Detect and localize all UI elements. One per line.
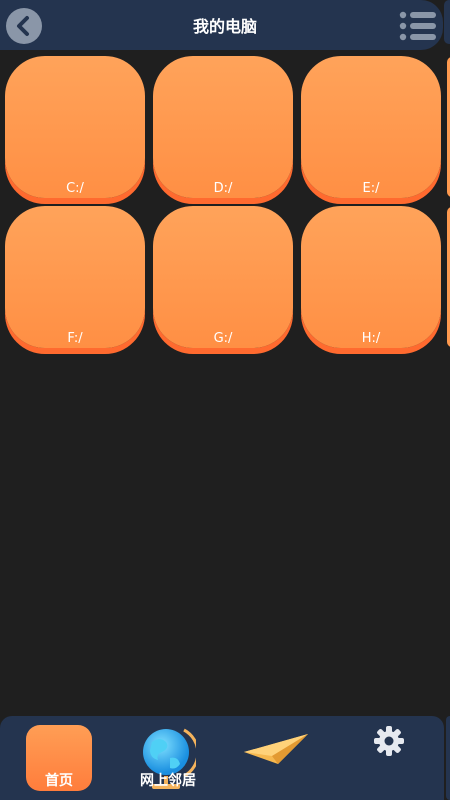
list-menu-icon <box>399 11 436 41</box>
drive-label: C:/ <box>66 181 84 196</box>
drive-tile-e[interactable]: E:/ <box>301 56 441 198</box>
menu-button[interactable] <box>398 10 438 42</box>
drive-label: E:/ <box>362 181 380 196</box>
drive-label: G:/ <box>213 331 233 346</box>
paper-plane-icon[interactable] <box>242 730 312 770</box>
drive-tile-d[interactable]: D:/ <box>153 56 293 198</box>
app-root: 我的电脑 C:/ D:/ E:/ F:/ G:/ H:/ 首页 网上邻居 <box>0 0 450 800</box>
nav-network-label: 网上邻居 <box>140 773 196 789</box>
nav-home-label: 首页 <box>45 773 73 789</box>
drive-label: D:/ <box>213 181 233 196</box>
gear-icon[interactable] <box>372 724 406 758</box>
page-title: 我的电脑 <box>192 17 257 36</box>
back-button[interactable] <box>6 8 42 44</box>
drive-tile-g[interactable]: G:/ <box>153 206 293 348</box>
drive-tile-c[interactable]: C:/ <box>5 56 145 198</box>
bottom-nav-edge <box>446 716 450 800</box>
drive-tile-f[interactable]: F:/ <box>5 206 145 348</box>
drive-label: H:/ <box>361 331 381 346</box>
drive-tile-h[interactable]: H:/ <box>301 206 441 348</box>
drive-label: F:/ <box>67 331 83 346</box>
back-arrow-icon <box>17 16 29 36</box>
